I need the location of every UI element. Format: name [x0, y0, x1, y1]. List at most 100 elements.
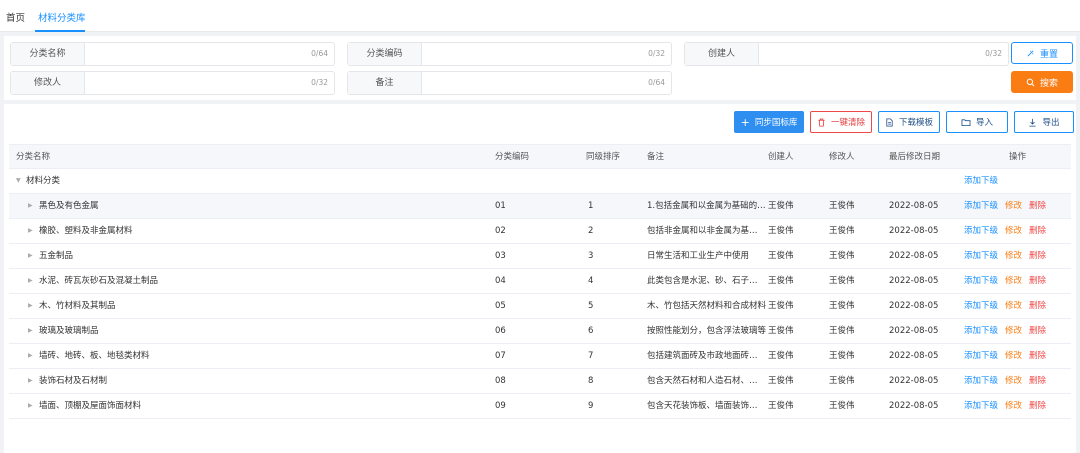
category-code-input[interactable] [422, 43, 632, 65]
row-creator: 王俊伟 [768, 301, 794, 311]
row-edit-link[interactable]: 修改 [1005, 369, 1022, 393]
search-button[interactable]: 搜索 [1011, 71, 1073, 93]
root-add-child-link[interactable]: 添加下级 [964, 169, 998, 193]
row-category-code: 03 [495, 251, 506, 261]
row-add-child-link[interactable]: 添加下级 [964, 344, 998, 368]
row-delete-link[interactable]: 删除 [1029, 269, 1046, 293]
chevron-right-icon[interactable]: ▶ [28, 319, 33, 343]
chevron-right-icon[interactable]: ▶ [28, 294, 33, 318]
reset-icon [1027, 49, 1034, 57]
creator-input[interactable] [759, 43, 969, 65]
row-category-name: 墙面、顶棚及屋面饰面材料 [39, 401, 142, 411]
row-category-name: 橡胶、塑料及非金属材料 [39, 226, 133, 236]
row-delete-link[interactable]: 删除 [1029, 344, 1046, 368]
modifier-input[interactable] [85, 72, 295, 94]
chevron-right-icon[interactable]: ▶ [28, 344, 33, 368]
table-row: ▶墙面、顶棚及屋面饰面材料099包含天花装饰板、墙面装饰板等材料王俊伟王俊伟20… [9, 394, 1071, 419]
category-name-input[interactable] [85, 43, 295, 65]
category-code-label: 分类编码 [348, 43, 422, 65]
row-edit-link[interactable]: 修改 [1005, 294, 1022, 318]
download-template-button[interactable]: 下载模板 [878, 111, 940, 133]
row-delete-link[interactable]: 删除 [1029, 194, 1046, 218]
row-creator: 王俊伟 [768, 326, 794, 336]
tab-bar: 首页 材料分类库 [0, 0, 1080, 32]
row-category-code: 06 [495, 326, 506, 336]
chevron-right-icon[interactable]: ▶ [28, 369, 33, 393]
row-last-modified-date: 2022-08-05 [889, 201, 939, 211]
row-edit-link[interactable]: 修改 [1005, 319, 1022, 343]
row-delete-link[interactable]: 删除 [1029, 394, 1046, 418]
row-modifier: 王俊伟 [829, 226, 855, 236]
column-header-actions: 操作 [1009, 152, 1027, 162]
row-add-child-link[interactable]: 添加下级 [964, 244, 998, 268]
row-remark: 此类包含是水泥、砂、石子、砖瓦等 [647, 276, 766, 286]
row-add-child-link[interactable]: 添加下级 [964, 219, 998, 243]
row-add-child-link[interactable]: 添加下级 [964, 319, 998, 343]
chevron-right-icon[interactable]: ▶ [28, 244, 33, 268]
row-delete-link[interactable]: 删除 [1029, 219, 1046, 243]
search-label: 搜索 [1039, 78, 1058, 89]
row-delete-link[interactable]: 删除 [1029, 319, 1046, 343]
row-category-name: 黑色及有色金属 [39, 201, 99, 211]
tab-home[interactable]: 首页 [6, 10, 25, 24]
row-delete-link[interactable]: 删除 [1029, 369, 1046, 393]
clear-label: 一键清除 [830, 118, 865, 128]
row-category-name: 墙砖、地砖、板、地毯类材料 [39, 351, 150, 361]
row-modifier: 王俊伟 [829, 401, 855, 411]
row-add-child-link[interactable]: 添加下级 [964, 294, 998, 318]
chevron-right-icon[interactable]: ▶ [28, 194, 33, 218]
category-table: 分类名称 分类编码 同级排序 备注 创建人 修改人 最后修改日期 操作 ▼ 材料… [9, 144, 1071, 422]
row-category-name: 装饰石材及石材制 [39, 376, 108, 386]
chevron-right-icon[interactable]: ▶ [28, 269, 33, 293]
row-edit-link[interactable]: 修改 [1005, 219, 1022, 243]
remark-label: 备注 [348, 72, 422, 94]
row-edit-link[interactable]: 修改 [1005, 194, 1022, 218]
row-remark: 日常生活和工业生产中使用 [647, 251, 750, 261]
download-icon [1029, 118, 1037, 127]
import-label: 导入 [975, 118, 993, 128]
modifier-field: 修改人 0/32 [10, 71, 335, 95]
chevron-right-icon[interactable]: ▶ [28, 394, 33, 418]
folder-icon [961, 118, 971, 126]
import-button[interactable]: 导入 [946, 111, 1008, 133]
plus-icon: + [740, 115, 750, 129]
table-row: ▶ 黑色及有色金属 01 1 1.包括金属和以金属为基础的合金 王俊伟 王俊伟 2022-08… [9, 194, 1071, 219]
row-category-name: 木、竹材料及其制品 [39, 301, 116, 311]
row-modifier: 王俊伟 [829, 326, 855, 336]
row-category-code: 02 [495, 226, 506, 236]
row-add-child-link[interactable]: 添加下级 [964, 369, 998, 393]
document-icon [886, 117, 893, 127]
table-row-root: ▼ 材料分类 添加下级 [9, 169, 1071, 194]
table-row: ▶墙砖、地砖、板、地毯类材料077包括建筑面砖及市政地面砖，地板等王俊伟王俊伟2… [9, 344, 1071, 369]
reset-button[interactable]: 重置 [1011, 42, 1073, 64]
row-edit-link[interactable]: 修改 [1005, 344, 1022, 368]
chevron-right-icon[interactable]: ▶ [28, 219, 33, 243]
chevron-down-icon[interactable]: ▼ [16, 169, 21, 193]
row-sort-order: 4 [588, 276, 594, 286]
row-sort-order: 6 [588, 326, 594, 336]
search-icon [1026, 78, 1035, 86]
sync-national-library-button[interactable]: + 同步国标库 [734, 111, 804, 133]
row-add-child-link[interactable]: 添加下级 [964, 194, 998, 218]
column-header-name: 分类名称 [16, 152, 51, 162]
row-edit-link[interactable]: 修改 [1005, 269, 1022, 293]
export-label: 导出 [1042, 118, 1060, 128]
row-add-child-link[interactable]: 添加下级 [964, 394, 998, 418]
row-modifier: 王俊伟 [829, 251, 855, 261]
row-category-code: 04 [495, 276, 506, 286]
row-add-child-link[interactable]: 添加下级 [964, 269, 998, 293]
row-category-code: 05 [495, 301, 506, 311]
row-edit-link[interactable]: 修改 [1005, 244, 1022, 268]
clear-all-button[interactable]: 一键清除 [810, 111, 872, 133]
tab-material-category[interactable]: 材料分类库 [38, 10, 86, 24]
column-header-remark: 备注 [647, 152, 665, 162]
row-remark: 1.包括金属和以金属为基础的合金 [647, 201, 766, 211]
row-category-code: 09 [495, 401, 506, 411]
row-edit-link[interactable]: 修改 [1005, 394, 1022, 418]
export-button[interactable]: 导出 [1014, 111, 1074, 133]
row-delete-link[interactable]: 删除 [1029, 294, 1046, 318]
table-row: ▶ 五金制品 03 3 日常生活和工业生产中使用 王俊伟 王俊伟 2022-08-05 添加下级… [9, 244, 1071, 269]
row-category-name: 五金制品 [39, 251, 74, 261]
remark-input[interactable] [422, 72, 632, 94]
row-delete-link[interactable]: 删除 [1029, 244, 1046, 268]
